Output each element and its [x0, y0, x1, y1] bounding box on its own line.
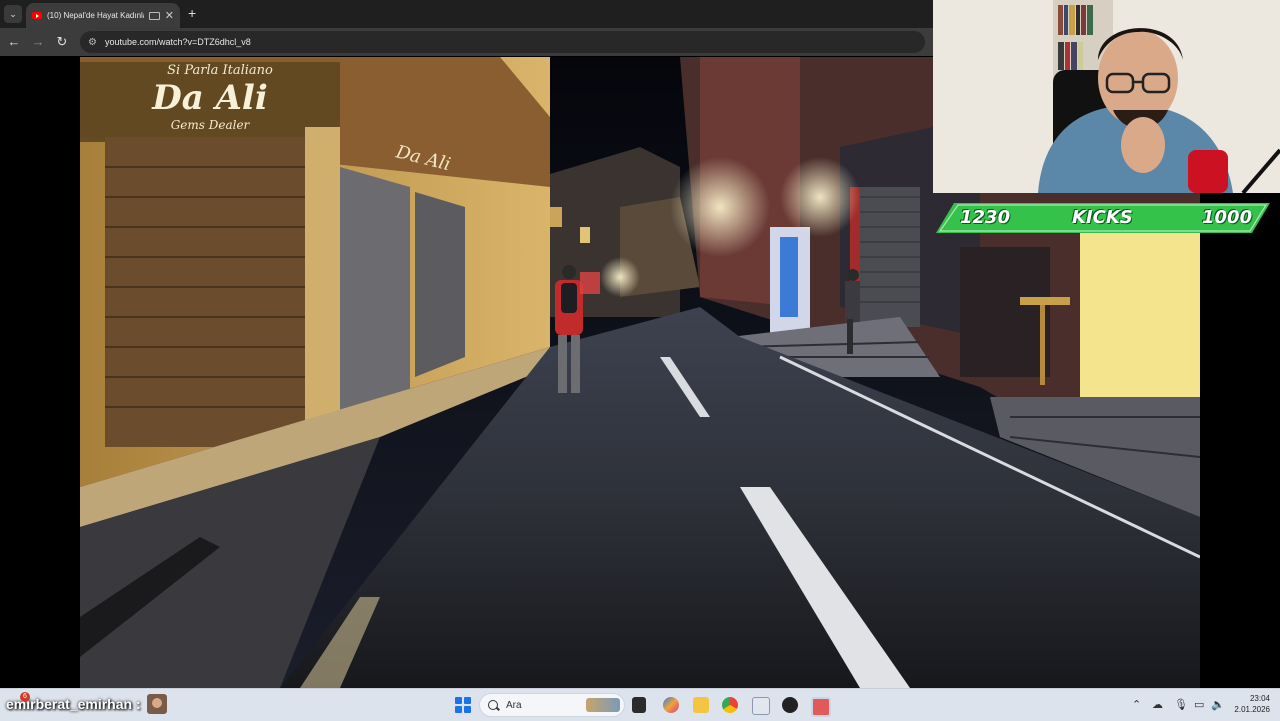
microphone-icon[interactable]: 🎙 — [1174, 698, 1188, 712]
search-highlight-image — [586, 698, 620, 712]
chat-emote — [146, 694, 167, 714]
obs-icon[interactable] — [782, 697, 798, 713]
browser-tab[interactable]: (10) Nepal'de Hayat Kadınla ✕ — [26, 3, 180, 28]
tray-app-icon[interactable]: ☁ — [1152, 698, 1163, 712]
network-icon[interactable]: ▭ — [1194, 698, 1204, 712]
file-explorer-icon[interactable] — [693, 697, 709, 713]
site-info-icon[interactable]: ⚙ — [88, 37, 97, 48]
tab-list-button[interactable]: ⌄ — [4, 5, 22, 23]
chat-message: emirberat_emirhan : — [6, 694, 167, 714]
kicks-current: 1230 — [960, 207, 1011, 228]
tray-overflow-icon[interactable]: ⌃ — [1132, 698, 1141, 712]
browser-tab-bar: ⌄ (10) Nepal'de Hayat Kadınla ✕ + — [0, 0, 933, 28]
kicks-label: KICKS — [1072, 207, 1133, 228]
cast-icon — [148, 11, 160, 20]
system-clock[interactable]: 23:04 2.01.2026 — [1234, 693, 1270, 715]
kicks-counter: 1230 KICKS 1000 — [936, 203, 1270, 233]
forward-button[interactable]: → — [30, 34, 46, 50]
youtube-icon — [32, 12, 42, 19]
back-button[interactable]: ← — [6, 34, 22, 50]
address-bar[interactable]: ⚙ youtube.com/watch?v=DTZ6dhcl_v8 — [80, 31, 925, 53]
snipping-tool-icon[interactable] — [752, 697, 770, 715]
clock-date: 2.01.2026 — [1234, 705, 1270, 714]
reload-button[interactable]: ↻ — [54, 34, 70, 50]
task-view-icon[interactable] — [632, 697, 646, 713]
search-icon — [488, 700, 498, 710]
notification-badge: 6 — [20, 692, 30, 702]
copilot-icon[interactable] — [663, 697, 679, 713]
start-button[interactable] — [455, 697, 471, 713]
webcam-overlay — [933, 0, 1280, 193]
url-text[interactable]: youtube.com/watch?v=DTZ6dhcl_v8 — [105, 37, 251, 47]
windows-taskbar: Ara ⌃ ☁ 🎙 ▭ 🔈 23:04 2.01.2026 — [0, 688, 1280, 721]
app-icon[interactable] — [811, 697, 831, 717]
sign-main-text: Da Ali — [151, 78, 268, 118]
streamer-webcam — [933, 0, 1280, 193]
volume-icon[interactable]: 🔈 — [1211, 698, 1225, 712]
sign-top-text: Si Parla Italiano — [167, 63, 273, 78]
browser-toolbar: ← → ↻ ⚙ youtube.com/watch?v=DTZ6dhcl_v8 — [0, 28, 933, 56]
tab-title: (10) Nepal'de Hayat Kadınla — [47, 11, 144, 20]
new-tab-button[interactable]: + — [188, 5, 196, 21]
search-placeholder: Ara — [506, 699, 522, 711]
clock-time: 23:04 — [1249, 694, 1270, 703]
chrome-icon[interactable] — [722, 697, 738, 713]
sign-sub-text: Gems Dealer — [171, 118, 251, 132]
kicks-goal: 1000 — [1202, 207, 1253, 228]
tab-close-button[interactable]: ✕ — [165, 9, 174, 22]
taskbar-search[interactable]: Ara — [479, 693, 625, 717]
